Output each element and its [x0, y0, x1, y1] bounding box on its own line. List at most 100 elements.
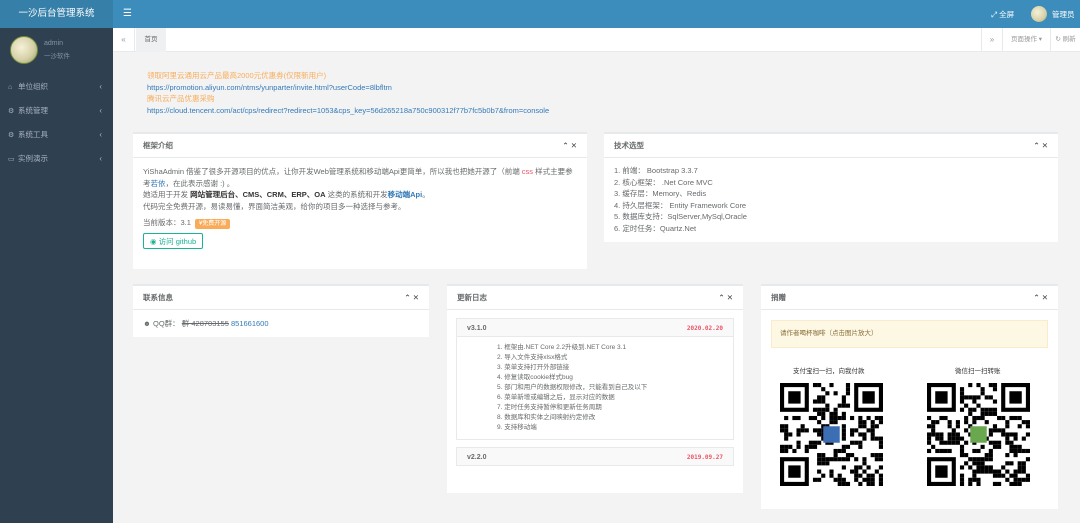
list-item: 6. 定时任务：Quartz.Net	[614, 223, 697, 233]
intro-text: 。	[422, 190, 430, 199]
donate-notice: 请作者喝杯咖啡（点击图片放大）	[771, 320, 1048, 348]
tab-home[interactable]: 首页	[136, 28, 166, 52]
expand-icon: ⤢	[991, 10, 997, 19]
refresh-icon: ↻	[1055, 36, 1061, 43]
sidebar-item-demo[interactable]: ▭ 实例演示 ‹	[0, 147, 113, 171]
intro-bold-text: 网站管理后台、CMS、CRM、ERP、OA	[190, 190, 326, 199]
intro-paragraph-2: 她适用于开发 网站管理后台、CMS、CRM、ERP、OA 这类的系统和开发移动端…	[143, 189, 577, 201]
app-title: 一沙后台管理系统	[0, 0, 113, 28]
tab-bar: « 首页 » 页面操作 ▾ ↻ 刷新	[113, 28, 1080, 52]
list-item: 6. 菜单新增或编辑之后，显示对应的数据	[497, 394, 615, 401]
css-highlight: css	[521, 167, 534, 176]
panel-tools: ⌃ ✕	[1033, 134, 1048, 157]
close-icon[interactable]: ✕	[727, 293, 733, 302]
panel-tools: ⌃ ✕	[562, 134, 577, 157]
page-ops-dropdown[interactable]: 页面操作 ▾	[1002, 28, 1050, 52]
sidebar-item-label: 单位组织	[18, 82, 48, 91]
scroll-tabs-right-button[interactable]: »	[981, 28, 1002, 52]
user-name: admin	[44, 40, 64, 47]
version-header[interactable]: v2.2.0 2019.09.27	[456, 447, 734, 466]
panel-tools: ⌃ ✕	[718, 286, 733, 309]
list-item: 1. 框架由.NET Core 2.2升级到.NET Core 3.1	[497, 344, 627, 351]
list-item: 4. 持久层框架： Entity Framework Core	[614, 200, 747, 210]
alipay-qr-code[interactable]	[780, 383, 883, 486]
collapse-icon[interactable]: ⌃	[404, 293, 410, 302]
admin-avatar[interactable]	[1031, 6, 1047, 22]
github-icon: ◉	[150, 237, 157, 246]
list-item: 3. 菜单支持打开外部链接	[497, 364, 570, 371]
changelog-panel: 更新日志 ⌃ ✕ v3.1.0 2020.02.20 1. 框架由.NET Cor…	[447, 284, 743, 493]
list-item: 9. 支持移动端	[497, 424, 537, 431]
intro-panel: 框架介绍 ⌃ ✕ YiShaAdmin 借鉴了很多开源项目的优点，让你开发Web…	[133, 132, 587, 269]
scroll-tabs-left-button[interactable]: «	[113, 28, 135, 52]
tech-panel-header: 技术选型 ⌃ ✕	[604, 134, 1058, 158]
ruoyi-link[interactable]: 若依	[151, 179, 166, 188]
list-item: 2. 核心框架： .Net Core MVC	[614, 177, 713, 187]
list-item: 5. 部门和用户的数据权限修改，只能看到自己及以下	[497, 384, 648, 391]
list-item: 7. 定时任务支持暂停和更新任务周期	[497, 404, 602, 411]
close-icon[interactable]: ✕	[1042, 293, 1048, 302]
contact-panel-header: 联系信息 ⌃ ✕	[133, 286, 429, 310]
changelog-panel-header: 更新日志 ⌃ ✕	[447, 286, 743, 310]
close-icon[interactable]: ✕	[571, 141, 577, 150]
avatar[interactable]	[10, 36, 38, 64]
collapse-icon[interactable]: ⌃	[1033, 293, 1039, 302]
aliyun-promo-link[interactable]: https://promotion.aliyun.com/ntms/yunpar…	[147, 82, 667, 94]
gear-icon: ⚙	[8, 108, 15, 115]
close-icon[interactable]: ✕	[1042, 141, 1048, 150]
user-profile: admin 一沙软件	[0, 28, 113, 72]
panel-title: 联系信息	[143, 293, 173, 302]
sidebar-item-label: 实例演示	[18, 154, 48, 163]
contact-panel-body: ☻ QQ群： 群 428703155 851661600	[133, 310, 429, 338]
version-number: v3.1.0	[467, 325, 487, 332]
panel-title: 框架介绍	[143, 141, 173, 150]
contact-panel: 联系信息 ⌃ ✕ ☻ QQ群： 群 428703155 851661600	[133, 284, 429, 337]
panel-title: 捐赠	[771, 293, 786, 302]
caret-down-icon: ▾	[1038, 36, 1043, 43]
intro-text: 她适用于开发	[143, 190, 191, 199]
collapse-icon[interactable]: ⌃	[1033, 141, 1039, 150]
menu-toggle-icon[interactable]: ☰	[123, 8, 132, 19]
chevron-left-icon: ‹	[99, 154, 102, 163]
version-number: v2.2.0	[467, 454, 487, 461]
intro-paragraph-3: 代码完全免费开源，易读易懂，界面简洁美观，给你的项目多一种选择与参考。	[143, 201, 406, 211]
tencent-promo-link[interactable]: https://cloud.tencent.com/act/cps/redire…	[147, 105, 667, 117]
alipay-caption: 支付宝扫一扫，向我付款	[793, 368, 865, 375]
chevron-left-icon: ‹	[99, 106, 102, 115]
collapse-icon[interactable]: ⌃	[562, 141, 568, 150]
list-item: 2. 导入文件支持xlsx格式	[497, 354, 568, 361]
qq-group-link[interactable]: 851661600	[231, 319, 269, 328]
top-navbar: ☰ ⤢ 全屏 管理员	[113, 0, 1080, 28]
tech-list: 1. 前端： Bootstrap 3.3.7 2. 核心框架： .Net Cor…	[614, 165, 1048, 234]
sidebar-item-units[interactable]: ⌂ 单位组织 ‹	[0, 75, 113, 99]
donate-panel-body: 请作者喝杯咖啡（点击图片放大） 支付宝扫一扫，向我付款 微信扫一扫转账	[761, 310, 1058, 509]
refresh-button[interactable]: ↻ 刷新	[1050, 28, 1080, 52]
list-item: 1. 前端： Bootstrap 3.3.7	[614, 166, 698, 175]
fullscreen-label: 全屏	[999, 10, 1015, 19]
qq-old-group: 群 428703155	[181, 319, 229, 328]
chevron-left-icon: ‹	[99, 130, 102, 139]
collapse-icon[interactable]: ⌃	[718, 293, 724, 302]
donate-panel-header: 捐赠 ⌃ ✕	[761, 286, 1058, 310]
github-button[interactable]: ◉ 访问 github	[143, 233, 204, 249]
aliyun-promo-text[interactable]: 领取阿里云通用云产品最高2000元优惠券(仅限新用户)	[147, 70, 667, 82]
chevron-left-icon: ‹	[99, 82, 102, 91]
tencent-promo-text[interactable]: 腾讯云产品优惠采购	[147, 93, 667, 105]
close-icon[interactable]: ✕	[413, 293, 419, 302]
fullscreen-button[interactable]: ⤢ 全屏	[991, 9, 1014, 20]
sidebar-item-system[interactable]: ⚙ 系统管理 ‹	[0, 99, 113, 123]
donate-panel: 捐赠 ⌃ ✕ 请作者喝杯咖啡（点击图片放大） 支付宝扫一扫，向我付款 微信扫一扫…	[761, 284, 1058, 509]
intro-text: 这类的系统和开发	[325, 190, 388, 199]
sidebar-item-tools[interactable]: ⚙ 系统工具 ‹	[0, 123, 113, 147]
intro-text: ，在此表示感谢 :) 。	[165, 178, 235, 188]
admin-menu[interactable]: 管理员	[1052, 9, 1075, 20]
home-icon: ⌂	[8, 84, 13, 91]
version-header[interactable]: v3.1.0 2020.02.20	[456, 318, 734, 337]
mobile-api-link[interactable]: 移动端Api	[388, 190, 423, 199]
list-item: 8. 数据库和实体之间映射约定修改	[497, 414, 596, 421]
sidebar: 一沙后台管理系统 admin 一沙软件 ⌂ 单位组织 ‹ ⚙ 系统管理 ‹ ⚙ 系统工具 ‹…	[0, 0, 113, 523]
sidebar-item-label: 系统工具	[18, 130, 48, 139]
changelog-panel-body: v3.1.0 2020.02.20 1. 框架由.NET Core 2.2升级到.…	[447, 310, 743, 474]
wechat-qr-code[interactable]	[927, 383, 1030, 486]
intro-text: YiShaAdmin 借鉴了很多开源项目的优点，让你开发Web管理系统和移动端A…	[143, 167, 522, 176]
